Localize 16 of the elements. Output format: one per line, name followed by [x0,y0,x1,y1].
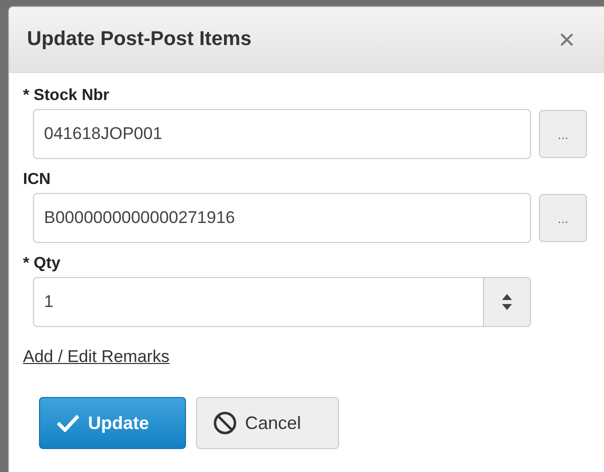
ban-icon [213,411,237,435]
lookup-button[interactable]: ... [539,194,587,242]
field-label: * Qty [23,255,62,273]
field-label: ICN [23,171,52,189]
dialog-title: Update Post-Post Items [27,28,252,51]
input-field[interactable]: B0000000000000271916 [33,193,531,243]
check-icon [56,414,80,432]
spinner-button[interactable] [483,277,531,327]
input-field[interactable]: 041618JOP001 [33,109,531,159]
field-label: * Stock Nbr [23,87,110,105]
lookup-button[interactable]: ... [539,110,587,158]
remarks-link[interactable]: Add / Edit Remarks [23,347,170,367]
spinner-icon [501,293,513,311]
number-field[interactable]: 1 [33,277,483,327]
close-button[interactable]: × [558,26,575,54]
cancel-button[interactable]: Cancel [196,397,339,449]
